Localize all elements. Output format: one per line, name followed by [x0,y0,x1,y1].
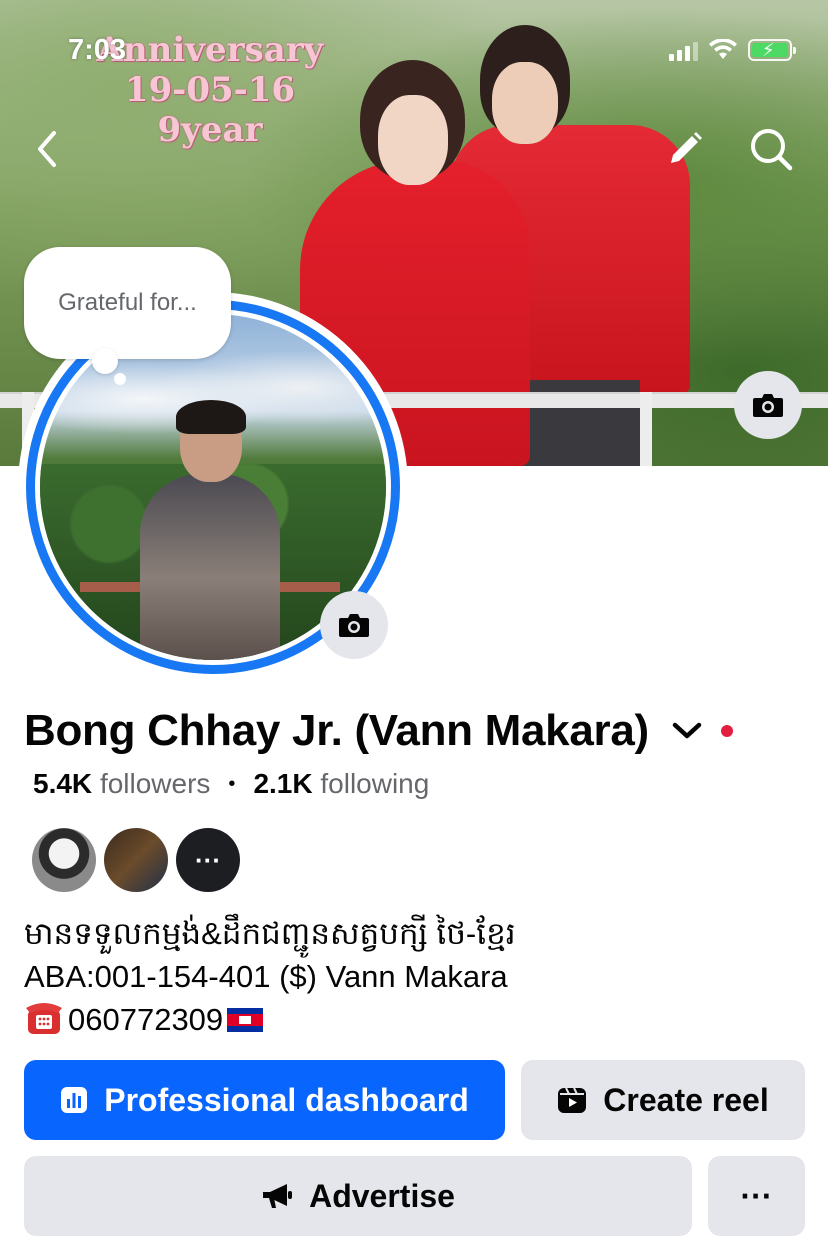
profile-camera-button[interactable] [320,591,388,659]
profile-switch-button[interactable] [667,711,707,751]
cover-railing-post [640,392,652,466]
cover-person-bride-face [378,95,448,185]
notification-dot [720,725,733,737]
following-label: following [320,768,430,799]
follow-stats: 5.4K followers • 2.1K following [33,768,429,800]
more-options-icon: ··· [740,1177,773,1214]
status-icons: ⚡ [669,36,796,64]
pencil-icon [671,132,702,163]
profile-name: Bong Chhay Jr. (Vann Makara) [24,706,649,755]
megaphone-icon [263,1184,293,1208]
advertise-label: Advertise [309,1177,455,1214]
thought-bubble-text: Grateful for... [58,289,197,316]
profile-bio: មានទទួលកម្មង់&ដឹកជញ្ជូនសត្វបក្សី ថៃ-ខ្មែ… [24,912,804,1041]
create-reel-label: Create reel [603,1081,769,1118]
wifi-icon [709,39,737,59]
back-button[interactable] [22,124,72,174]
profile-picture-person [140,474,280,660]
followers-link[interactable]: 5.4K followers [33,768,210,800]
bar-chart-icon [61,1087,88,1113]
chevron-left-icon [38,131,56,167]
bio-line: មានទទួលកម្មង់&ដឹកជញ្ជូនសត្វបក្សី ថៃ-ខ្មែ… [24,916,516,951]
followers-count: 5.4K [33,768,93,799]
cover-person-groom-face [492,62,558,144]
charging-bolt-icon: ⚡ [762,40,775,60]
professional-dashboard-label: Professional dashboard [104,1081,469,1118]
bio-phone-line: 060772309 [24,998,804,1041]
following-count: 2.1K [253,768,313,799]
more-friends-label: ··· [195,844,221,875]
bio-line: ABA:001-154-401 ($) Vann Makara [24,959,508,994]
profile-picture-hair [176,400,246,434]
cover-overlay-line: 19-05-16 [124,70,296,110]
cambodia-flag-icon [227,1008,264,1032]
cover-overlay-line: 9year [157,110,263,150]
profile-name-row: Bong Chhay Jr. (Vann Makara) [24,700,733,762]
thought-bubble-tail-small [114,373,126,385]
more-options-button[interactable]: ··· [708,1156,805,1236]
cellular-signal-icon [669,39,698,61]
following-link[interactable]: 2.1K following [253,768,429,800]
status-time: 7:03 [68,34,127,66]
stats-separator: • [228,772,236,795]
friends-row: ··· [32,828,240,892]
battery-icon: ⚡ [748,39,796,61]
more-friends-button[interactable]: ··· [176,828,240,892]
advertise-button[interactable]: Advertise [24,1156,692,1236]
professional-dashboard-button[interactable]: Professional dashboard [24,1060,505,1140]
followers-label: followers [99,768,211,799]
friend-avatar[interactable] [104,828,168,892]
reel-icon [558,1087,587,1113]
camera-icon [339,614,369,637]
camera-icon [753,394,783,417]
thought-bubble[interactable]: Grateful for... [24,247,231,359]
create-reel-button[interactable]: Create reel [521,1060,805,1140]
search-icon [751,129,793,171]
search-button[interactable] [746,124,796,174]
bio-phone-number: 060772309 [68,1002,224,1037]
edit-profile-button[interactable] [660,124,710,174]
friend-avatar[interactable] [32,828,96,892]
telephone-icon [26,1003,62,1034]
cover-camera-button[interactable] [734,371,802,439]
chevron-down-icon [672,722,702,739]
thought-bubble-tail [92,348,118,374]
